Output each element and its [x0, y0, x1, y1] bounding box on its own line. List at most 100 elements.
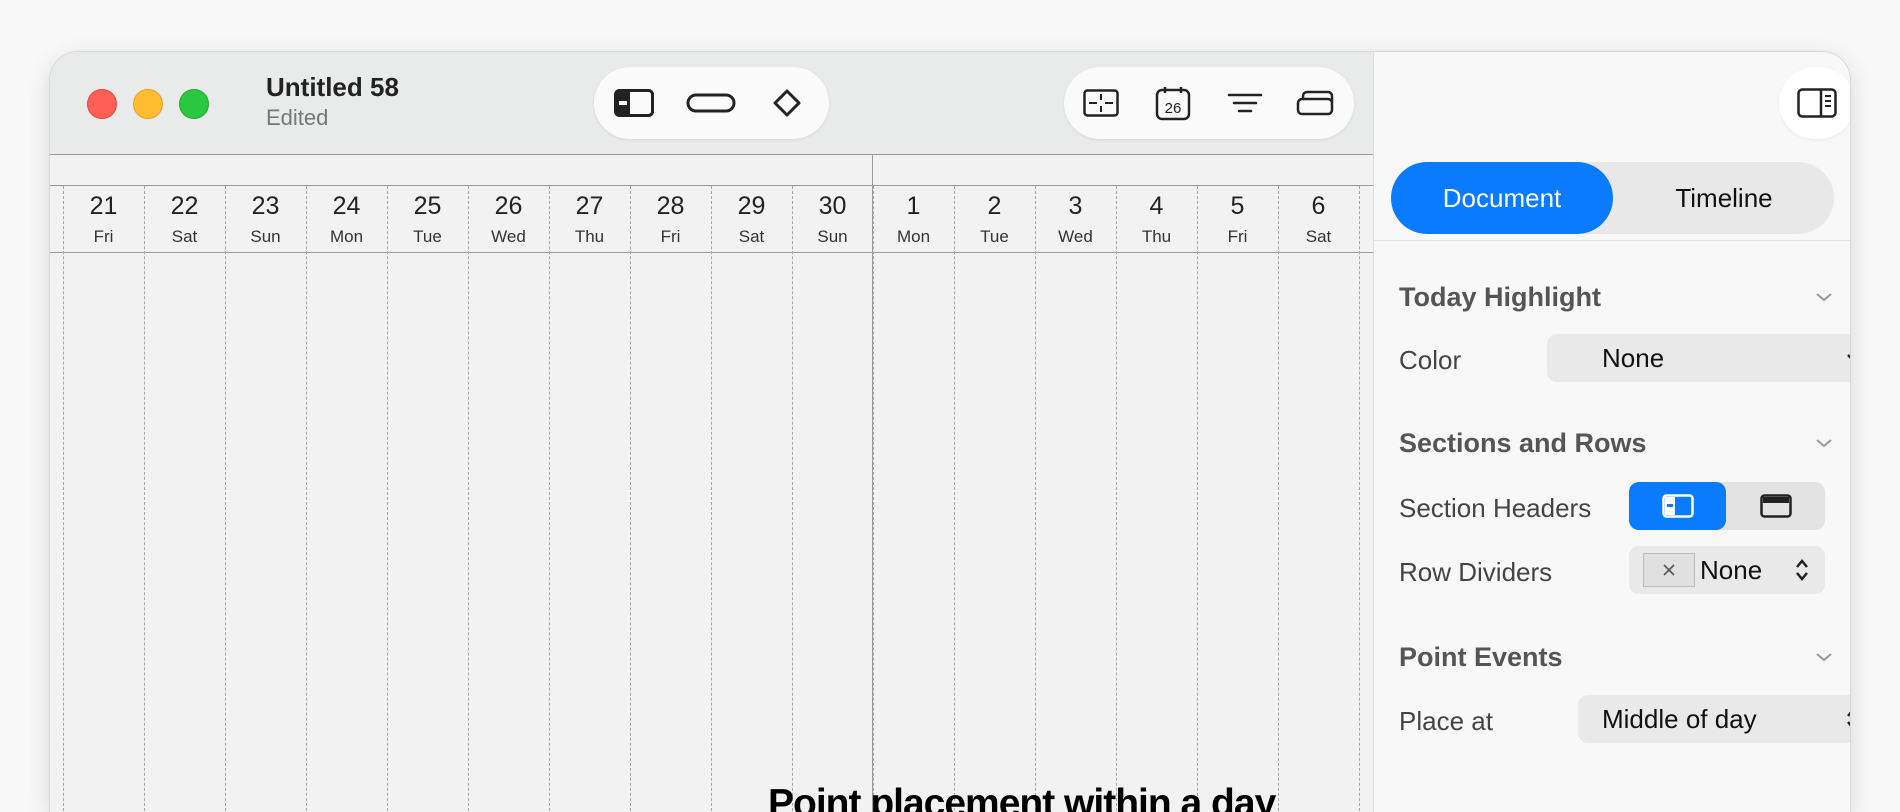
day-column-header: 30 Sun	[792, 186, 873, 252]
day-column-header: 29 Sat	[711, 186, 792, 252]
day-grid-line	[1197, 186, 1198, 812]
document-title[interactable]: Untitled 58	[266, 72, 399, 103]
color-label: Color	[1399, 345, 1462, 375]
place-at-value: Middle of day	[1602, 703, 1757, 734]
timeline-canvas[interactable]: 21 Fri 22 Sat 23 Sun 24 Mon 25 Tue 26 Wed 27 Thu 28 Fri…	[50, 155, 1373, 812]
day-grid-line	[630, 186, 631, 812]
today-highlight-title[interactable]: Today Highlight	[1399, 282, 1601, 313]
tab-timeline[interactable]: Timeline	[1613, 162, 1835, 234]
place-at-dropdown[interactable]: Middle of day	[1578, 695, 1850, 743]
chevron-down-icon[interactable]	[1814, 650, 1834, 664]
day-number: 24	[332, 192, 361, 220]
minimize-window-button[interactable]	[133, 89, 163, 119]
day-grid-line	[954, 186, 955, 812]
annotation-text: Point placement within a day	[768, 782, 1276, 812]
go-to-today-button[interactable]: 26	[1148, 81, 1198, 125]
day-of-week: Thu	[574, 227, 605, 246]
day-column-header: 1 Mon	[873, 186, 954, 252]
day-number: 29	[737, 192, 766, 220]
filter-lines-icon	[1227, 93, 1263, 113]
day-column-header: 25 Tue	[387, 186, 468, 252]
filter-button[interactable]	[1220, 81, 1270, 125]
place-at-label: Place at	[1399, 706, 1493, 736]
add-bar-button[interactable]	[686, 81, 736, 125]
inspector-panel: Document Timeline Today Highlight Color …	[1373, 52, 1850, 812]
day-grid-line	[792, 186, 793, 812]
row-dividers-label: Row Dividers	[1399, 557, 1553, 587]
section-headers-top-option[interactable]	[1727, 482, 1825, 530]
day-grid-line	[225, 186, 226, 812]
stack-icon	[1296, 90, 1334, 116]
day-of-week: Thu	[1141, 227, 1172, 246]
day-column-header: 26 Wed	[468, 186, 549, 252]
day-grid-line	[1359, 186, 1360, 812]
day-grid-line	[468, 186, 469, 812]
day-grid-line	[63, 186, 64, 812]
row-dividers-dropdown[interactable]: None	[1629, 546, 1825, 594]
up-down-chevron-icon	[1796, 559, 1808, 581]
zoom-window-button[interactable]	[179, 89, 209, 119]
day-of-week: Sat	[1305, 227, 1332, 246]
day-number: 5	[1230, 192, 1245, 220]
day-grid-line	[1278, 186, 1279, 812]
svg-text:26: 26	[1165, 100, 1182, 117]
section-headers-segmented	[1629, 482, 1825, 530]
day-grid-line	[144, 186, 145, 812]
chevron-down-icon[interactable]	[1814, 290, 1834, 304]
row-dividers-value: None	[1700, 555, 1763, 585]
day-number: 23	[251, 192, 280, 220]
close-window-button[interactable]	[87, 89, 117, 119]
day-of-week: Tue	[980, 227, 1009, 246]
add-milestone-button[interactable]	[762, 81, 812, 125]
add-section-button[interactable]	[609, 81, 659, 125]
no-divider-icon	[1643, 553, 1695, 587]
top-header-icon	[1760, 494, 1792, 518]
day-of-week: Sun	[817, 227, 848, 246]
day-number: 21	[89, 192, 118, 220]
stack-view-button[interactable]	[1290, 81, 1340, 125]
day-number: 4	[1149, 192, 1164, 220]
day-number: 22	[170, 192, 199, 220]
sections-rows-title[interactable]: Sections and Rows	[1399, 428, 1647, 459]
day-of-week: Tue	[413, 227, 442, 246]
title-bar: Untitled 58 Edited 26	[50, 52, 1373, 155]
milestone-diamond-icon	[773, 89, 801, 117]
day-column-header: 27 Thu	[549, 186, 630, 252]
day-number: 6	[1311, 192, 1326, 220]
day-number: 1	[906, 192, 921, 220]
day-of-week: Sat	[738, 227, 765, 246]
toggle-inspector-button[interactable]	[1779, 67, 1850, 139]
day-column-header: 4 Thu	[1116, 186, 1197, 252]
day-number: 3	[1068, 192, 1083, 220]
day-column-header: 28 Fri	[630, 186, 711, 252]
day-number: 27	[575, 192, 604, 220]
app-window: Untitled 58 Edited 26 21 Fri 22 Sat 23 S…	[50, 52, 1850, 812]
inspector-tabs: Document Timeline	[1391, 162, 1834, 234]
day-grid-line	[711, 186, 712, 812]
view-split-icon	[1083, 89, 1119, 117]
document-status: Edited	[266, 105, 329, 130]
day-column-header: 2 Tue	[954, 186, 1035, 252]
view-split-button[interactable]	[1076, 81, 1126, 125]
sidebar-icon	[1661, 494, 1694, 518]
sidebar-icon	[614, 89, 654, 117]
day-number: 26	[494, 192, 523, 220]
day-grid-line	[1116, 186, 1117, 812]
day-grid-line	[549, 186, 550, 812]
day-column-header: 24 Mon	[306, 186, 387, 252]
day-column-header: 23 Sun	[225, 186, 306, 252]
day-number: 25	[413, 192, 442, 220]
day-column-header: 6 Sat	[1278, 186, 1359, 252]
point-events-title[interactable]: Point Events	[1399, 642, 1563, 673]
day-of-week: Fri	[93, 227, 114, 246]
section-headers-side-option[interactable]	[1629, 482, 1726, 530]
day-grid-line	[387, 186, 388, 812]
day-of-week: Fri	[660, 227, 681, 246]
color-dropdown[interactable]: None	[1547, 334, 1850, 382]
day-grid-line	[306, 186, 307, 812]
chevron-down-icon[interactable]	[1814, 436, 1834, 450]
tab-document[interactable]: Document	[1391, 162, 1613, 234]
chevron-down-icon	[1847, 354, 1850, 359]
day-of-week: Sun	[250, 227, 281, 246]
day-column-header: 21 Fri	[63, 186, 144, 252]
